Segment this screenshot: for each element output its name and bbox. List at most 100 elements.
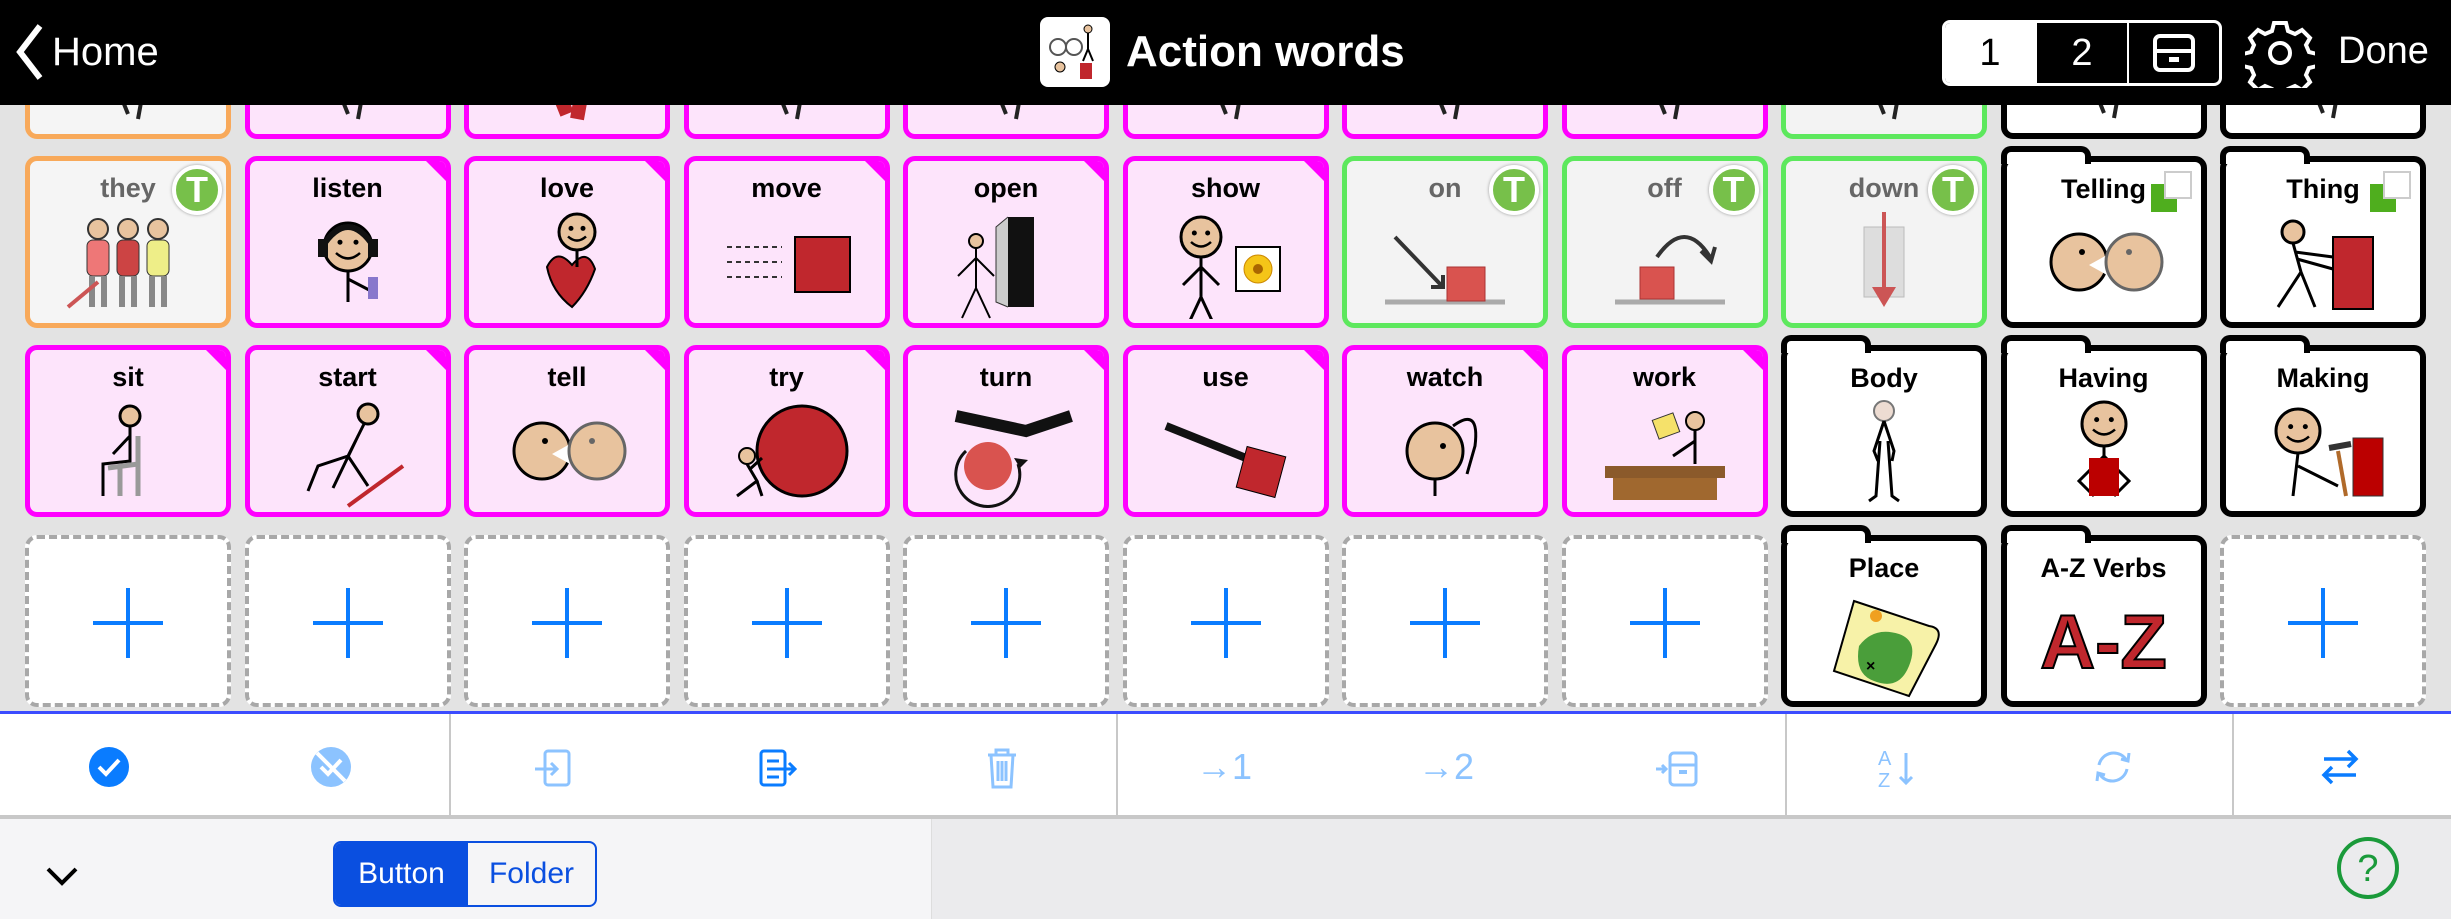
plus-icon (907, 549, 1105, 697)
folder-tab (2000, 335, 2091, 353)
tile-label: start (318, 362, 377, 392)
body-icon (1787, 399, 1981, 505)
move-to-tray-button[interactable] (1641, 732, 1711, 802)
door-icon (908, 209, 1104, 319)
tray-icon (2153, 34, 2195, 72)
tile-label: Making (2276, 363, 2370, 393)
type-button-option[interactable]: Button (335, 843, 468, 905)
folder-a-z-verbs[interactable]: A-Z Verbs A-Z (2000, 525, 2207, 707)
select-all-button[interactable] (74, 732, 144, 802)
folder-body[interactable]: Body (1781, 335, 1987, 517)
button-add-3-7[interactable] (1561, 535, 1768, 707)
button-love[interactable]: love (464, 156, 670, 328)
sort-az-button[interactable]: AZ (1861, 732, 1931, 802)
plus-icon (1566, 549, 1764, 697)
use-icon (1128, 398, 1324, 506)
folder-tab (2000, 525, 2091, 543)
page-1-tab[interactable]: 1 (1945, 23, 2035, 83)
tile-label: Having (2058, 363, 2149, 393)
plus-icon (249, 549, 447, 697)
folder-place[interactable]: Place × (1781, 525, 1987, 707)
done-button[interactable]: Done (2338, 30, 2429, 73)
button-start[interactable]: start (244, 345, 451, 517)
trash-button[interactable] (967, 732, 1037, 802)
button-add-3-6[interactable] (1342, 535, 1548, 707)
page-selector: 1 2 (1942, 20, 2222, 86)
home-back-button[interactable]: Home (14, 22, 159, 82)
select-all-icon (89, 747, 129, 787)
people-icon (30, 209, 226, 317)
tile-label: listen (312, 173, 383, 203)
button-use[interactable]: use (1122, 345, 1329, 517)
bottom-panel: Button Folder ? (0, 819, 2451, 919)
folder-having[interactable]: Having (2000, 335, 2207, 517)
tile-label: love (539, 173, 595, 203)
tile-label: sit (112, 362, 144, 392)
button-down[interactable]: down T (1781, 156, 1987, 328)
move-to-page-2-button[interactable]: →2 (1411, 732, 1481, 802)
plus-icon (688, 549, 886, 697)
folder-checkbox-icon[interactable] (2368, 170, 2412, 214)
folder-thing[interactable]: Thing (2220, 146, 2426, 328)
button-try[interactable]: try (683, 345, 890, 517)
refresh-button[interactable] (2078, 732, 2148, 802)
folder-telling[interactable]: Telling (2000, 146, 2207, 328)
button-off[interactable]: off T (1561, 156, 1768, 328)
button-add-3-5[interactable] (1122, 535, 1329, 707)
button-add-3-4[interactable] (903, 535, 1109, 707)
button-move[interactable]: move (683, 156, 890, 328)
tile-label: Place (1848, 553, 1920, 583)
deselect-button[interactable] (296, 732, 366, 802)
tile-label: work (1632, 362, 1697, 392)
button-add-3-10[interactable] (2220, 535, 2426, 707)
import-icon (535, 749, 571, 787)
import-button[interactable] (518, 732, 588, 802)
swap-icon (2321, 749, 2359, 785)
export-button[interactable] (742, 732, 812, 802)
folder-checkbox-icon[interactable] (2149, 170, 2193, 214)
button-sit[interactable]: sit (25, 345, 231, 517)
tile-label: turn (979, 362, 1033, 392)
text-badge-icon: T (1928, 165, 1978, 215)
button-grid: they Tlisten love move open show on Toff Tdown T T… (0, 0, 2451, 711)
button-open[interactable]: open (903, 156, 1109, 328)
tile-label: move (751, 173, 822, 203)
button-add-3-2[interactable] (464, 535, 670, 707)
button-watch[interactable]: watch (1342, 345, 1548, 517)
toolbar-divider (1785, 714, 1787, 818)
folder-tab (2000, 146, 2091, 164)
tile-label: show (1190, 173, 1260, 203)
type-folder-option[interactable]: Folder (468, 843, 595, 905)
help-button[interactable]: ? (2335, 835, 2401, 906)
move-to-tray-icon (1656, 751, 1698, 787)
move-to-page-1-button[interactable]: →1 (1189, 732, 1259, 802)
button-they[interactable]: they T (25, 156, 231, 328)
svg-text:A: A (1878, 748, 1892, 770)
button-add-3-1[interactable] (244, 535, 451, 707)
faces-icon (469, 398, 665, 506)
button-add-3-3[interactable] (683, 535, 890, 707)
swap-button[interactable] (2305, 732, 2375, 802)
collapse-button[interactable] (44, 865, 80, 894)
svg-text:×: × (1866, 658, 1875, 675)
folder-making[interactable]: Making (2220, 335, 2426, 517)
a-z-icon: A-Z (2039, 599, 2168, 686)
plus-icon (29, 549, 227, 697)
arrow-down-icon (1786, 209, 1982, 317)
button-on[interactable]: on T (1342, 156, 1548, 328)
chevron-down-icon (46, 867, 78, 886)
settings-button[interactable] (2241, 18, 2319, 99)
person-sit-icon (30, 398, 226, 506)
folder-tab (2220, 146, 2310, 164)
button-show[interactable]: show (1122, 156, 1329, 328)
button-add-3-0[interactable] (25, 535, 231, 707)
button-work[interactable]: work (1561, 345, 1768, 517)
tile-label: A-Z Verbs (2040, 553, 2167, 583)
button-listen[interactable]: listen (244, 156, 451, 328)
tray-tab[interactable] (2127, 23, 2219, 83)
text-badge-icon: T (1708, 165, 1759, 215)
page-2-tab[interactable]: 2 (2035, 23, 2127, 83)
button-tell[interactable]: tell (464, 345, 670, 517)
button-turn[interactable]: turn (903, 345, 1109, 517)
ball-icon (689, 398, 885, 506)
